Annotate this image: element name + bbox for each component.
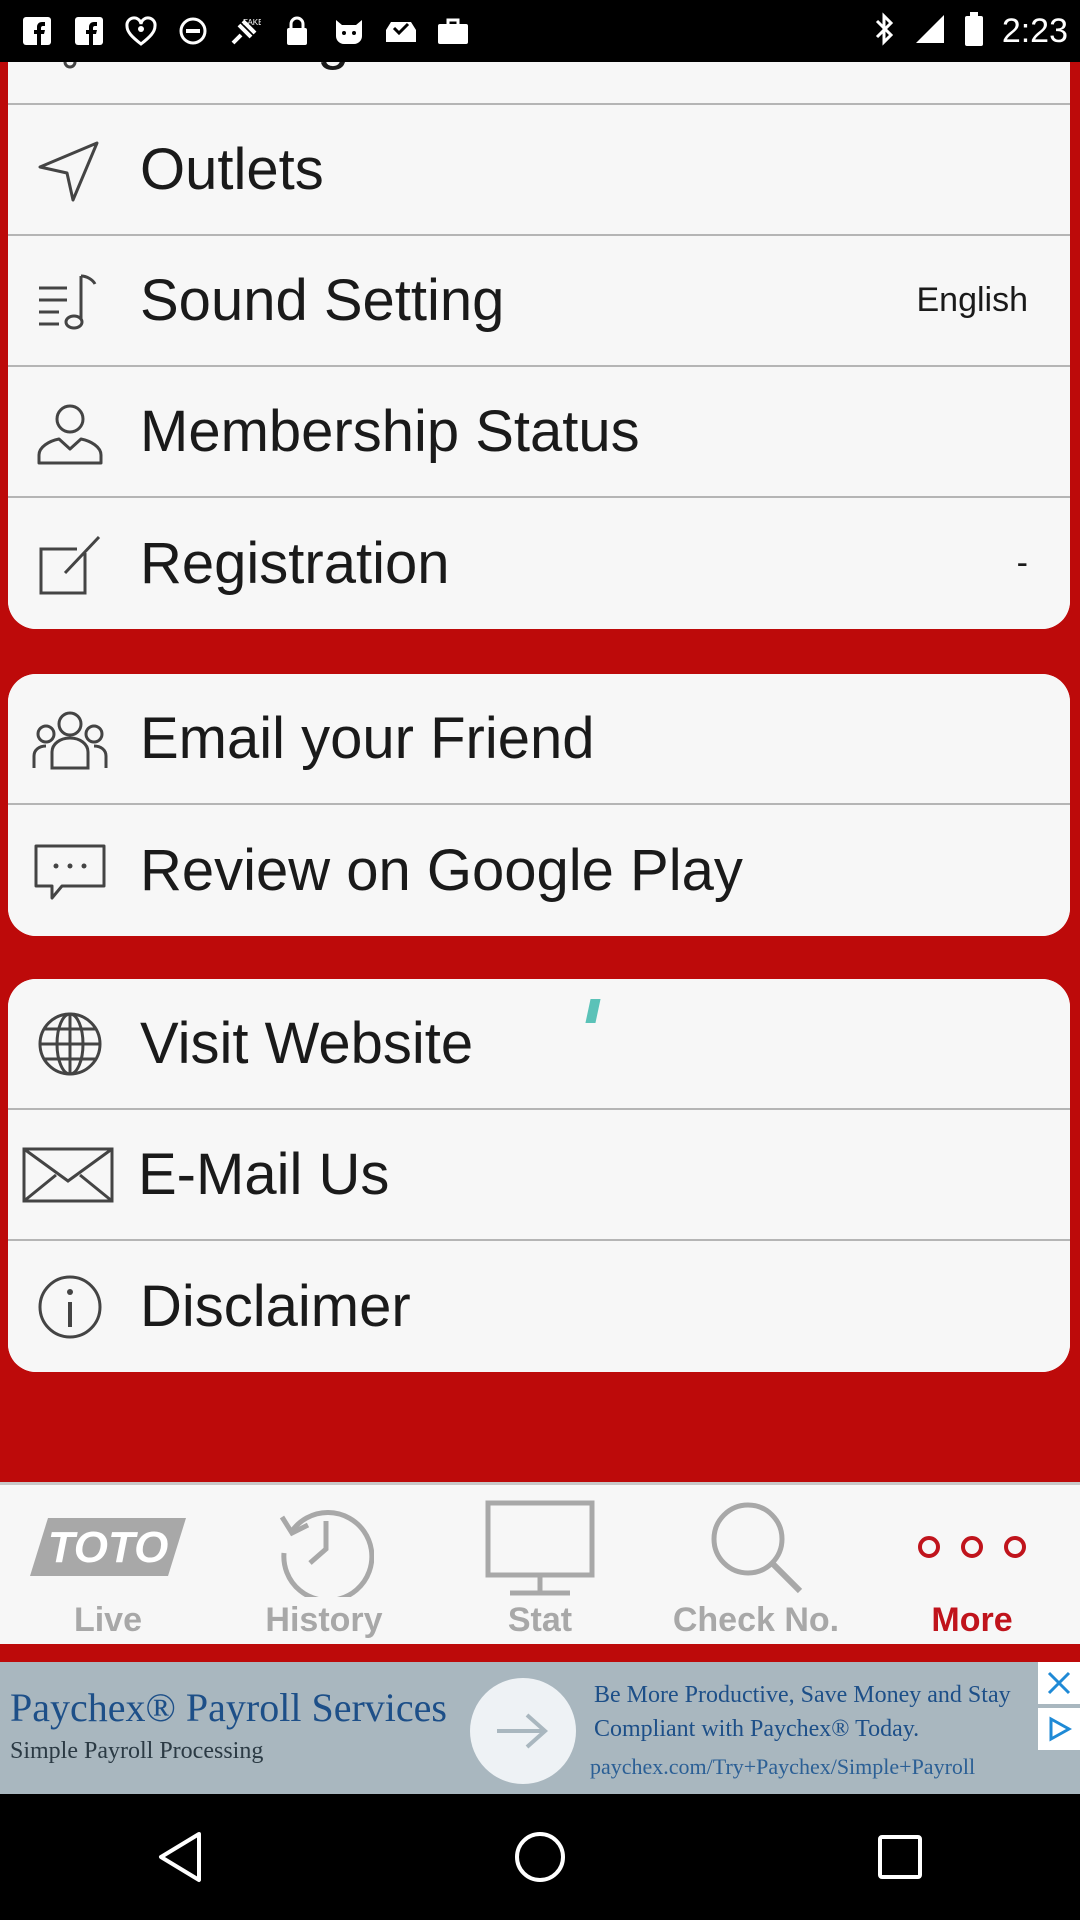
clock-history-icon <box>274 1497 374 1597</box>
system-nav-bar <box>0 1794 1080 1920</box>
settings-item-registration[interactable]: Registration - <box>8 498 1070 629</box>
signal-icon <box>914 13 946 50</box>
chat-bubble-icon <box>30 831 110 911</box>
music-list-icon <box>30 261 110 341</box>
settings-item-review-google-play[interactable]: Review on Google Play <box>8 805 1070 936</box>
settings-item-label: Review on Google Play <box>140 838 743 903</box>
settings-item-email-us[interactable]: E-Mail Us <box>8 1110 1070 1241</box>
arrow-right-icon <box>497 1713 549 1749</box>
battery-icon <box>964 11 984 51</box>
settings-item-visit-website[interactable]: Visit Website <box>8 979 1070 1110</box>
sound-language-value: English <box>916 281 1028 319</box>
home-icon[interactable] <box>490 1807 590 1907</box>
settings-group-contact: Visit Website E-Mail Us Disclaimer <box>8 979 1070 1372</box>
info-icon <box>30 1267 110 1347</box>
recent-apps-icon[interactable] <box>850 1807 950 1907</box>
tab-check-no[interactable]: Check No. <box>648 1485 864 1644</box>
settings-item-email-friend[interactable]: Email your Friend <box>8 674 1070 805</box>
search-icon <box>706 1497 806 1597</box>
ad-url[interactable]: paychex.com/Try+Paychex/Simple+Payroll <box>590 1754 975 1780</box>
globe-icon <box>30 1004 110 1084</box>
tab-history[interactable]: History <box>216 1485 432 1644</box>
tab-live[interactable]: TOTO Live <box>0 1485 216 1644</box>
ad-close-button[interactable] <box>1038 1662 1080 1704</box>
envelope-icon <box>22 1135 114 1215</box>
ad-arrow-button[interactable] <box>470 1678 576 1784</box>
ad-choices-icon[interactable] <box>1038 1708 1080 1750</box>
monitor-icon <box>485 1497 595 1597</box>
tab-stat[interactable]: Stat <box>432 1485 648 1644</box>
fake-gps-icon: FAKE <box>228 14 262 48</box>
settings-item-label: Outlets <box>140 137 324 202</box>
settings-item-label: Email your Friend <box>140 706 595 771</box>
ad-title[interactable]: Paychex® Payroll Services <box>10 1684 447 1731</box>
more-dots-icon <box>917 1497 1027 1597</box>
toto-logo-icon: TOTO <box>30 1497 186 1597</box>
ad-banner[interactable]: Paychex® Payroll Services Simple Payroll… <box>0 1662 1080 1794</box>
user-icon <box>30 392 110 472</box>
settings-item-label: Visit Website <box>140 1011 474 1076</box>
tab-more[interactable]: More <box>864 1485 1080 1644</box>
settings-item-label: Disclaimer <box>140 1274 411 1339</box>
settings-list: Winning Alert Outlets Sound Setting Engl… <box>0 62 1080 1482</box>
edit-icon <box>30 524 110 604</box>
tab-bar-divider <box>0 1644 1080 1662</box>
iheart-radio-icon <box>124 14 158 48</box>
ad-description: Be More Productive, Save Money and Stay … <box>594 1682 1011 1742</box>
registration-value: - <box>1016 544 1028 582</box>
settings-group-share: Email your Friend Review on Google Play <box>8 674 1070 936</box>
status-bar: FAKE 2:23 <box>0 0 1080 62</box>
facebook-icon <box>72 14 106 48</box>
loading-indicator <box>585 999 601 1023</box>
settings-item-disclaimer[interactable]: Disclaimer <box>8 1241 1070 1372</box>
settings-item-sound-setting[interactable]: Sound Setting English <box>8 236 1070 367</box>
bottom-tab-bar: TOTO Live History Stat Check No. More <box>0 1482 1080 1644</box>
tab-label: Check No. <box>672 1601 840 1639</box>
toto-logo-text: TOTO <box>48 1523 169 1572</box>
status-time: 2:23 <box>1001 11 1068 50</box>
settings-item-winning-alert[interactable]: Winning Alert <box>8 62 1070 105</box>
tab-label: More <box>931 1601 1013 1639</box>
briefcase-icon <box>436 14 470 48</box>
back-icon[interactable] <box>130 1807 230 1907</box>
navigation-icon <box>30 130 110 210</box>
close-icon <box>1047 1671 1071 1695</box>
settings-item-label: Sound Setting <box>140 268 505 333</box>
settings-item-label: Winning Alert <box>140 62 482 72</box>
lock-icon <box>280 14 314 48</box>
group-icon <box>30 699 110 779</box>
settings-item-label: Registration <box>140 531 450 596</box>
settings-item-label: E-Mail Us <box>138 1142 390 1207</box>
settings-item-outlets[interactable]: Outlets <box>8 105 1070 236</box>
bluetooth-icon <box>872 11 896 51</box>
svg-text:FAKE: FAKE <box>243 18 261 27</box>
settings-item-label: Membership Status <box>140 399 640 464</box>
bell-icon <box>30 62 110 79</box>
ad-subtitle: Simple Payroll Processing <box>10 1738 264 1764</box>
settings-group-general: Winning Alert Outlets Sound Setting Engl… <box>8 62 1070 629</box>
tab-label: History <box>265 1601 383 1639</box>
target-icon <box>176 14 210 48</box>
inbox-check-icon <box>384 14 418 48</box>
tab-label: Live <box>73 1601 143 1639</box>
settings-item-membership-status[interactable]: Membership Status <box>8 367 1070 498</box>
facebook-icon <box>20 14 54 48</box>
tab-label: Stat <box>507 1601 573 1639</box>
cat-icon <box>332 14 366 48</box>
